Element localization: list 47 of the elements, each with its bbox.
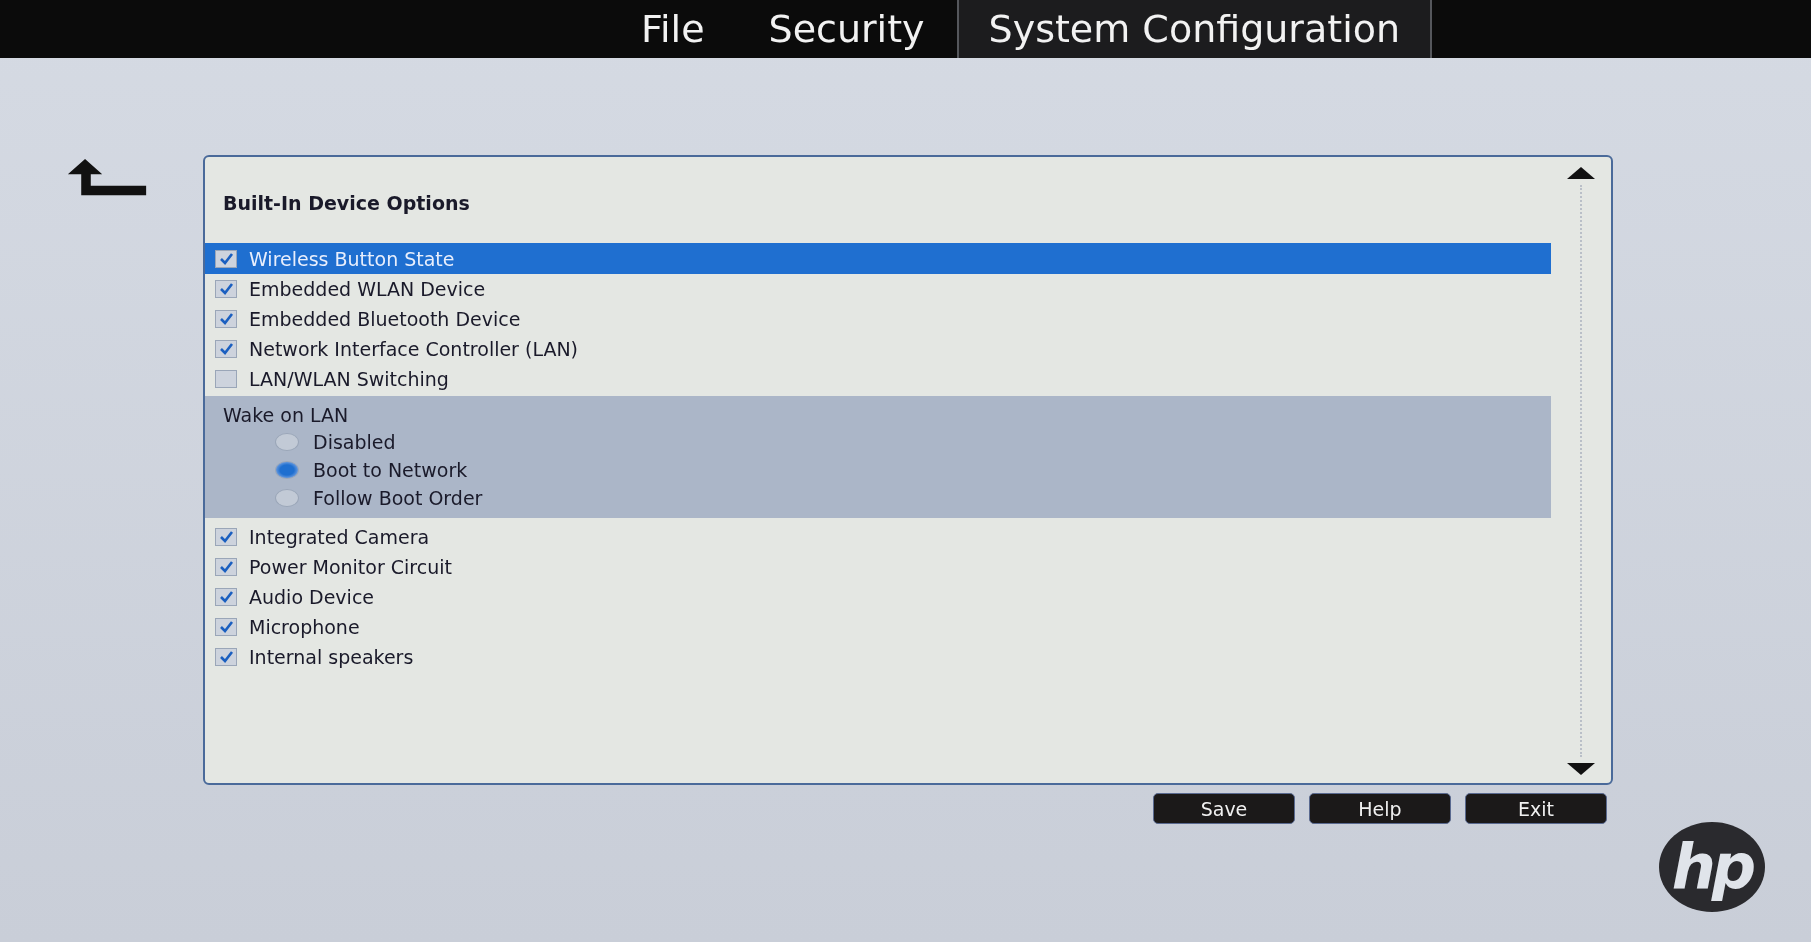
- option-row[interactable]: Network Interface Controller (LAN): [205, 334, 1551, 364]
- option-row[interactable]: Embedded Bluetooth Device: [205, 304, 1551, 334]
- option-label: Wireless Button State: [249, 247, 455, 270]
- option-row[interactable]: Audio Device: [205, 582, 1551, 612]
- checkbox[interactable]: [215, 618, 237, 636]
- scroll-down-icon[interactable]: [1567, 763, 1595, 775]
- action-button[interactable]: Help: [1309, 793, 1451, 824]
- option-label: Embedded Bluetooth Device: [249, 308, 521, 330]
- radio-label: Follow Boot Order: [313, 487, 483, 509]
- option-label: Microphone: [249, 616, 360, 638]
- option-row[interactable]: Power Monitor Circuit: [205, 552, 1551, 582]
- option-row[interactable]: Wireless Button State: [205, 243, 1551, 274]
- logo: hp: [1659, 822, 1765, 912]
- menu-tab[interactable]: Security: [736, 0, 957, 58]
- option-row[interactable]: Internal speakers: [205, 642, 1551, 672]
- checkbox[interactable]: [215, 280, 237, 298]
- option-label: LAN/WLAN Switching: [249, 368, 449, 390]
- scroll-up-icon[interactable]: [1567, 167, 1595, 179]
- menu-tab[interactable]: System Configuration: [956, 0, 1433, 58]
- action-button[interactable]: Save: [1153, 793, 1295, 824]
- radio-button[interactable]: [275, 433, 299, 451]
- radio-button[interactable]: [275, 461, 299, 479]
- radio-label: Disabled: [313, 431, 396, 453]
- checkbox[interactable]: [215, 528, 237, 546]
- checkbox[interactable]: [215, 558, 237, 576]
- action-button[interactable]: Exit: [1465, 793, 1607, 824]
- group-label: Wake on LAN: [222, 404, 349, 426]
- option-label: Network Interface Controller (LAN): [249, 338, 579, 360]
- menu-tab[interactable]: File: [608, 0, 737, 58]
- checkbox[interactable]: [215, 648, 237, 666]
- checkbox[interactable]: [215, 588, 237, 606]
- option-label: Power Monitor Circuit: [249, 556, 452, 578]
- radio-button[interactable]: [275, 489, 299, 507]
- checkbox[interactable]: [215, 249, 237, 268]
- option-row[interactable]: Embedded WLAN Device: [205, 274, 1551, 304]
- option-label: Integrated Camera: [249, 526, 430, 548]
- checkbox[interactable]: [215, 370, 237, 388]
- checkbox[interactable]: [215, 340, 237, 358]
- option-label: Embedded WLAN Device: [249, 278, 486, 300]
- panel-title: Built-In Device Options: [222, 191, 471, 216]
- option-row[interactable]: LAN/WLAN Switching: [205, 364, 1551, 394]
- checkbox[interactable]: [215, 310, 237, 328]
- option-label: Audio Device: [249, 586, 375, 608]
- radio-label: Boot to Network: [313, 459, 468, 481]
- option-row[interactable]: Microphone: [205, 612, 1551, 642]
- option-label: Internal speakers: [249, 646, 414, 668]
- option-row[interactable]: Integrated Camera: [205, 522, 1551, 552]
